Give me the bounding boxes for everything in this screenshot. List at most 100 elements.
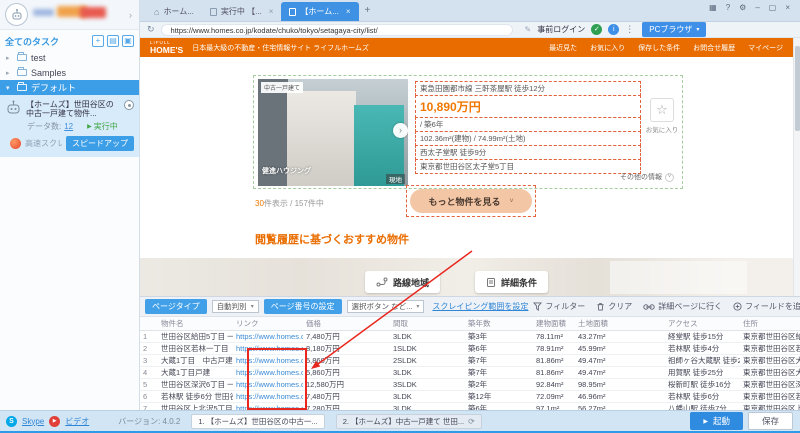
extension-icon-green[interactable]: ✓	[591, 24, 603, 35]
table-row[interactable]: 6若林駅 徒歩6分 世田谷区若...https://www.homes.co.j…	[140, 390, 800, 403]
page-icon	[209, 7, 217, 16]
table-cell: 祖師ヶ谷大蔵駅 徒歩24分	[665, 354, 740, 367]
edit-icon[interactable]: ✎	[525, 25, 532, 34]
set-scrape-range-link[interactable]: スクレイピング範囲を設定	[432, 301, 528, 312]
refresh-icon[interactable]: ↻	[147, 24, 155, 35]
menu-dots-icon[interactable]: ⋮	[625, 24, 634, 35]
account-chevron-icon[interactable]: ›	[129, 10, 132, 20]
launch-button[interactable]: ▶ 起動	[690, 412, 743, 430]
table-cell-link[interactable]: https://www.homes.co.jp/ko...	[233, 342, 303, 355]
select-button-select[interactable]: 選択ボタン など... ▾	[346, 300, 425, 313]
tab-running[interactable]: 実行中 【... ×	[202, 2, 282, 21]
table-cell: 若林駅 徒歩6分 世田谷区若...	[158, 390, 233, 403]
pc-browser-button[interactable]: PCブラウザ ▾	[642, 22, 707, 37]
bottom-bar: S Skype ▶ ビデオ バージョン: 4.0.2 1. 【ホームズ】世田谷区…	[0, 410, 800, 433]
homes-logo[interactable]: LIFULL HOME'S	[150, 40, 183, 54]
table-cell-link[interactable]: https://www.homes.co.jp/ko...	[233, 378, 303, 391]
address-input[interactable]: https://www.homes.co.jp/kodate/chuko/tok…	[160, 23, 513, 36]
listing-line: 西太子堂駅 徒歩9分	[415, 145, 641, 160]
folder-icon	[17, 82, 27, 91]
clear-button[interactable]: クリア	[596, 301, 632, 312]
task-tab-2[interactable]: 2. 【ホームズ】中古一戸建て 世田... ⟳	[335, 413, 482, 429]
table-cell: 56.27m²	[575, 402, 665, 410]
site-nav-item[interactable]: 最近見た	[549, 43, 577, 53]
route-area-button[interactable]: 路線地域	[365, 271, 441, 293]
table-row[interactable]: 5世田谷区深沢6丁目 一戸建てhttps://www.homes.co.jp/k…	[140, 378, 800, 391]
apps-grid-icon[interactable]: ▦	[709, 3, 717, 12]
tab-homes-active[interactable]: 【ホーム... ×	[281, 2, 359, 21]
link-icon	[643, 303, 655, 310]
table-cell: 5,860万円	[303, 366, 390, 379]
table-row[interactable]: 7世田谷区上北沢5丁目中古...https://www.homes.co.jp/…	[140, 402, 800, 410]
table-cell: 49.47m²	[575, 366, 665, 379]
dashboard-icon[interactable]: ▣	[122, 35, 134, 47]
auto-detect-select[interactable]: 自動判別 ▾	[211, 300, 259, 313]
table-cell-link[interactable]: https://www.homes.co.jp/ko...	[233, 390, 303, 403]
favorite-star-button[interactable]: ☆	[650, 98, 674, 122]
tab-label: 実行中 【...	[220, 7, 262, 16]
table-row[interactable]: 1世田谷区給田5丁目 一戸建てhttps://www.homes.co.jp/k…	[140, 330, 800, 343]
favorite-column: ☆ お気に入り	[644, 98, 680, 134]
next-photo-icon[interactable]: ›	[393, 123, 408, 138]
tab-home[interactable]: ⌂ ホーム...	[146, 2, 202, 21]
version-label: バージョン: 4.0.2	[118, 416, 181, 426]
scrollbar-thumb[interactable]	[795, 46, 800, 131]
task-title[interactable]: 【ホームズ】世田谷区の中古一戸建て物件...	[26, 100, 120, 118]
folder-label: デフォルト	[31, 83, 77, 93]
listing-card[interactable]: 中古一戸建て 健進ハウジング 現地 › 東急田園都市線 三軒茶屋駅 徒歩12分 …	[253, 75, 683, 189]
task-card[interactable]: 【ホームズ】世田谷区の中古一戸建て物件... データ数: 12 ▶ 実行中 高速…	[0, 95, 139, 157]
close-icon[interactable]: ×	[346, 7, 351, 16]
site-nav-item[interactable]: 保存した条件	[638, 43, 680, 53]
data-count-link[interactable]: 12	[64, 122, 73, 131]
page-type-button[interactable]: ページタイプ	[145, 299, 207, 314]
add-field-button[interactable]: フィールドを追加	[733, 301, 800, 312]
more-info-link[interactable]: その他の情報 ˅	[620, 172, 674, 182]
save-button[interactable]: 保存	[747, 412, 793, 430]
site-header: LIFULL HOME'S 日本最大級の不動産・住宅情報サイト ライフルホームズ…	[140, 38, 793, 57]
table-cell-link[interactable]: https://www.homes.co.jp/ko...	[233, 354, 303, 367]
trash-icon	[597, 303, 604, 311]
settings-gear-icon[interactable]: ⚙	[739, 3, 746, 12]
record-icon[interactable]	[124, 100, 134, 110]
load-more-button[interactable]: もっと物件を見る ˅	[410, 189, 532, 213]
skype-link[interactable]: Skype	[22, 417, 44, 426]
table-cell: 若林駅 徒歩6分	[665, 390, 740, 403]
filter-button[interactable]: フィルター	[533, 301, 585, 312]
table-row[interactable]: 3大蔵1丁目 中古戸建https://www.homes.co.jp/ko...…	[140, 354, 800, 367]
speed-up-button[interactable]: スピードアップ	[66, 136, 134, 151]
property-photo[interactable]: 中古一戸建て 健進ハウジング 現地 ›	[258, 79, 408, 186]
table-row[interactable]: 4大蔵1丁目戸建https://www.homes.co.jp/ko...5,8…	[140, 366, 800, 379]
detail-conditions-button[interactable]: 詳細条件	[475, 271, 549, 293]
site-nav-item[interactable]: マイページ	[748, 43, 783, 53]
help-icon[interactable]: ?	[726, 3, 730, 12]
new-task-icon[interactable]: ▤	[107, 35, 119, 47]
all-tasks-title: 全てのタスク	[5, 36, 60, 47]
new-folder-icon[interactable]: +	[92, 35, 104, 47]
video-link[interactable]: ビデオ	[65, 416, 89, 427]
table-cell: 東京都世田谷区上北沢5丁目	[740, 402, 800, 410]
user-account-row[interactable]: ›	[0, 0, 139, 30]
table-cell: 八幡山駅 徒歩7分	[665, 402, 740, 410]
vertical-scrollbar[interactable]	[793, 38, 800, 296]
table-row[interactable]: 2世田谷区若林一丁目 中古...https://www.homes.co.jp/…	[140, 342, 800, 355]
minimize-icon[interactable]: –	[755, 3, 759, 12]
sidebar-folder-test[interactable]: ▸ test	[0, 50, 139, 65]
table-cell-link[interactable]: https://www.homes.co.jp/ko...	[233, 366, 303, 379]
new-tab-button[interactable]: +	[365, 6, 371, 16]
sidebar-folder-samples[interactable]: ▸ Samples	[0, 65, 139, 80]
table-cell: 世田谷区上北沢5丁目中古...	[158, 402, 233, 410]
close-icon[interactable]: ×	[269, 7, 274, 16]
go-detail-page-button[interactable]: 詳細ページに行く	[643, 301, 722, 312]
sidebar-folder-default[interactable]: ▾ デフォルト	[0, 80, 139, 95]
task-tab-1[interactable]: 1. 【ホームズ】世田谷区の中古一...	[191, 413, 325, 429]
close-window-icon[interactable]: ×	[785, 3, 790, 12]
page-number-button[interactable]: ページ番号の設定	[263, 299, 342, 314]
table-cell-link[interactable]: https://www.homes.co.jp/ko...	[233, 402, 303, 410]
table-cell-link[interactable]: https://www.homes.co.jp/ko...	[233, 330, 303, 343]
site-nav-item[interactable]: お問合せ履歴	[693, 43, 735, 53]
prelogin-label[interactable]: 事前ログイン	[537, 24, 585, 35]
maximize-icon[interactable]: ▢	[769, 3, 777, 12]
extension-icon-blue[interactable]: i	[608, 24, 620, 35]
site-nav-item[interactable]: お気に入り	[590, 43, 625, 53]
table-cell: 2	[140, 342, 158, 355]
